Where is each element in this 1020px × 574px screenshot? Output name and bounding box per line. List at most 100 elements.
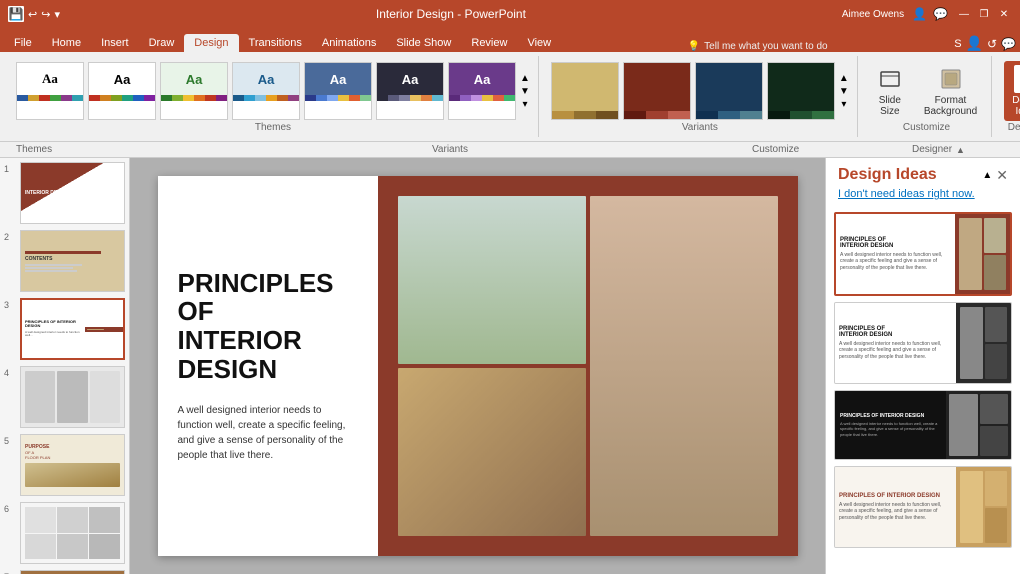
tab-transitions[interactable]: Transitions bbox=[239, 34, 312, 52]
format-background-button[interactable]: FormatBackground bbox=[918, 63, 983, 119]
tab-file[interactable]: File bbox=[4, 34, 42, 52]
slide-thumb-5[interactable]: 5 PURPOSE OF A FLOOR PLAN bbox=[4, 434, 125, 496]
slide-thumb-7[interactable]: 7 bbox=[4, 570, 125, 574]
tab-animations[interactable]: Animations bbox=[312, 34, 386, 52]
theme-item-5[interactable]: Aa bbox=[304, 62, 372, 120]
tell-me-text[interactable]: Tell me what you want to do bbox=[704, 41, 827, 52]
design-panel-header: Design Ideas ▲ ✕ bbox=[826, 158, 1020, 188]
slide-size-button[interactable]: SlideSize bbox=[870, 63, 910, 119]
slide-preview-5[interactable]: PURPOSE OF A FLOOR PLAN bbox=[20, 434, 125, 496]
design-ideas-ribbon-label: DesignIdeas bbox=[1012, 95, 1020, 117]
slide-thumb-4[interactable]: 4 bbox=[4, 366, 125, 428]
main-area: 1 INTERIOR DESIGN 2 CONTENTS 3 bbox=[0, 158, 1020, 574]
variant-item-1[interactable] bbox=[551, 62, 619, 120]
account-icon[interactable]: 👤 bbox=[966, 35, 983, 52]
tab-slideshow[interactable]: Slide Show bbox=[386, 34, 461, 52]
variants-section-label: Variants bbox=[432, 144, 468, 155]
variants-dropdown[interactable]: ▾ bbox=[841, 99, 846, 110]
variants-scroll-down[interactable]: ▼ bbox=[839, 86, 849, 97]
tab-review[interactable]: Review bbox=[461, 34, 517, 52]
save-icon[interactable]: 💾 bbox=[8, 6, 24, 22]
design-idea-item-2[interactable]: PRINCIPLES OFINTERIOR DESIGN A well desi… bbox=[834, 302, 1012, 384]
slide-img-room bbox=[398, 196, 586, 364]
design-idea-item-1[interactable]: PRINCIPLES OFINTERIOR DESIGN A well desi… bbox=[834, 212, 1012, 296]
lightbulb-icon: 💡 bbox=[688, 41, 700, 52]
variant-item-3[interactable] bbox=[695, 62, 763, 120]
slide-preview-7[interactable] bbox=[20, 570, 125, 574]
comments-ribbon-icon[interactable]: 💬 bbox=[1001, 37, 1016, 51]
undo-btn[interactable]: ↩ bbox=[28, 8, 37, 21]
slide-preview-4[interactable] bbox=[20, 366, 125, 428]
slide-num-4: 4 bbox=[4, 366, 16, 378]
slide-num-7: 7 bbox=[4, 570, 16, 574]
customize-section: SlideSize FormatBackground Customize bbox=[862, 56, 992, 137]
slide-thumb-3[interactable]: 3 PRINCIPLES OF INTERIOR DESIGN A well d… bbox=[4, 298, 125, 360]
user-name: Aimee Owens bbox=[842, 9, 904, 20]
theme-item-1[interactable]: Aa bbox=[16, 62, 84, 120]
theme-item-4[interactable]: Aa bbox=[232, 62, 300, 120]
slide-num-2: 2 bbox=[4, 230, 16, 242]
customize-section-label: Customize bbox=[752, 144, 799, 155]
share-icon[interactable]: 👤 bbox=[912, 7, 927, 21]
tab-home[interactable]: Home bbox=[42, 34, 91, 52]
ribbon: Aa Aa bbox=[0, 52, 1020, 142]
section-labels: Themes Variants Customize Designer ▲ bbox=[0, 142, 1020, 158]
maximize-button[interactable]: ❐ bbox=[976, 6, 992, 22]
theme-item-2[interactable]: Aa bbox=[88, 62, 156, 120]
variants-scroll-up[interactable]: ▲ bbox=[839, 73, 849, 84]
tab-design[interactable]: Design bbox=[184, 34, 238, 52]
tab-draw[interactable]: Draw bbox=[139, 34, 185, 52]
design-panel-close-button[interactable]: ✕ bbox=[996, 167, 1008, 184]
close-button[interactable]: ✕ bbox=[996, 6, 1012, 22]
format-background-label: FormatBackground bbox=[924, 95, 977, 117]
design-panel-title: Design Ideas bbox=[838, 166, 937, 184]
slide-preview-1[interactable]: INTERIOR DESIGN bbox=[20, 162, 125, 224]
designer-collapse-icon[interactable]: ▲ bbox=[956, 145, 965, 155]
slide-canvas: PRINCIPLES OFINTERIORDESIGN A well desig… bbox=[130, 158, 825, 574]
themes-dropdown[interactable]: ▾ bbox=[522, 99, 527, 110]
themes-section-label: Themes bbox=[16, 144, 52, 155]
slide-body: A well designed interior needs to functi… bbox=[178, 403, 358, 463]
variant-item-4[interactable] bbox=[767, 62, 835, 120]
design-idea-item-4[interactable]: PRINCIPLES OF INTERIOR DESIGN A well des… bbox=[834, 466, 1012, 548]
slide-num-6: 6 bbox=[4, 502, 16, 514]
themes-scroll-up[interactable]: ▲ bbox=[520, 73, 530, 84]
slide-preview-6[interactable] bbox=[20, 502, 125, 564]
themes-label: Themes bbox=[16, 122, 530, 133]
slide-preview-2[interactable]: CONTENTS bbox=[20, 230, 125, 292]
theme-item-7[interactable]: Aa bbox=[448, 62, 516, 120]
design-idea-item-3[interactable]: PRINCIPLES OF INTERIOR DESIGN A well des… bbox=[834, 390, 1012, 460]
slide-preview-3[interactable]: PRINCIPLES OF INTERIOR DESIGN A well des… bbox=[20, 298, 125, 360]
slide-title: PRINCIPLES OFINTERIORDESIGN bbox=[178, 269, 358, 383]
slide-thumb-2[interactable]: 2 CONTENTS bbox=[4, 230, 125, 292]
variants-section: ▲ ▼ ▾ Variants bbox=[543, 56, 858, 137]
minimize-button[interactable]: — bbox=[956, 6, 972, 22]
skype-icon[interactable]: S bbox=[954, 38, 961, 50]
themes-scroll-down[interactable]: ▼ bbox=[520, 86, 530, 97]
redo-btn[interactable]: ↪ bbox=[41, 8, 50, 21]
variant-item-2[interactable] bbox=[623, 62, 691, 120]
slide-thumb-1[interactable]: 1 INTERIOR DESIGN bbox=[4, 162, 125, 224]
slide-size-icon bbox=[876, 65, 904, 93]
slide[interactable]: PRINCIPLES OFINTERIORDESIGN A well desig… bbox=[158, 176, 798, 556]
comments-icon[interactable]: 💬 bbox=[933, 7, 948, 21]
history-icon[interactable]: ↺ bbox=[987, 37, 997, 51]
variants-label: Variants bbox=[551, 122, 849, 133]
tab-view[interactable]: View bbox=[517, 34, 561, 52]
slide-num-5: 5 bbox=[4, 434, 16, 446]
tab-insert[interactable]: Insert bbox=[91, 34, 139, 52]
dismiss-ideas-link[interactable]: I don't need ideas right now. bbox=[826, 188, 1020, 208]
theme-item-3[interactable]: Aa bbox=[160, 62, 228, 120]
tell-me-bar[interactable]: 💡 Tell me what you want to do bbox=[688, 41, 828, 52]
theme-item-6[interactable]: Aa bbox=[376, 62, 444, 120]
slide-right bbox=[378, 176, 798, 556]
themes-section: Aa Aa bbox=[8, 56, 539, 137]
designer-label: Designer bbox=[1004, 122, 1020, 133]
slide-thumb-6[interactable]: 6 bbox=[4, 502, 125, 564]
design-panel-items: PRINCIPLES OFINTERIOR DESIGN A well desi… bbox=[826, 208, 1020, 574]
panel-scroll-up-icon[interactable]: ▲ bbox=[982, 170, 992, 181]
slide-size-label: SlideSize bbox=[879, 95, 901, 117]
design-ideas-panel: Design Ideas ▲ ✕ I don't need ideas righ… bbox=[825, 158, 1020, 574]
design-ideas-ribbon-button[interactable]: DesignIdeas bbox=[1004, 61, 1020, 121]
designer-section-label: Designer bbox=[912, 144, 952, 155]
